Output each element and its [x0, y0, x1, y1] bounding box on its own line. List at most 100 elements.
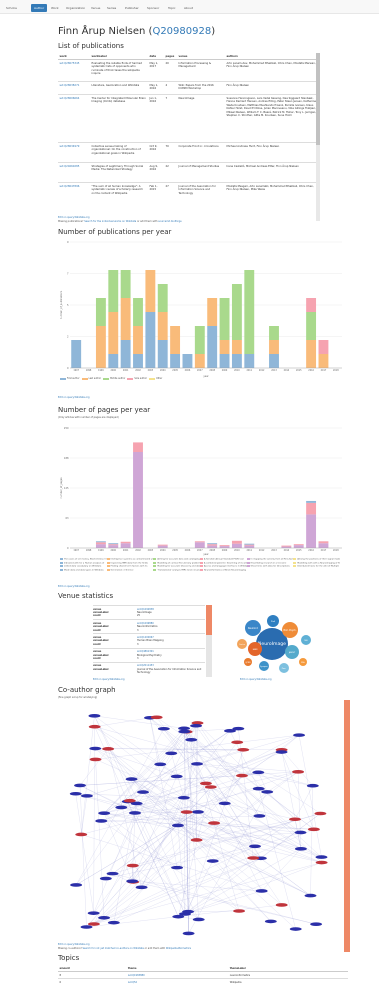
work-label: Literature, Geolocation and Wikidata — [90, 81, 148, 95]
bar-segment — [194, 542, 205, 548]
legend-item-first[interactable]: First author — [60, 377, 80, 380]
bar-segment — [306, 312, 317, 340]
legend-item-last[interactable]: Last author — [81, 377, 101, 380]
legend-label: A combined patients' Searching of its wi… — [204, 562, 247, 564]
nav-tab-author[interactable]: Author — [31, 4, 48, 12]
legend-item[interactable]: Indicated with for a Human analysis of — [60, 561, 107, 564]
venue-scroll-thumb[interactable] — [206, 605, 212, 635]
coauthor-node — [218, 801, 231, 806]
pubs-query-link[interactable]: Edit on query.Wikidata.org — [58, 396, 90, 399]
coauthor-scrollbar[interactable] — [344, 700, 350, 952]
work-date: Oct 9, 2016 — [148, 142, 164, 163]
legend-item-other[interactable]: Other — [149, 377, 162, 380]
legend-item[interactable]: Modelling with with a Neuroimaging of fi… — [293, 561, 340, 564]
nav-tab-series[interactable]: Series — [104, 4, 119, 12]
nav-tab-topic[interactable]: Topic — [165, 4, 179, 12]
legend-label: Neuroinformatics of Brain Neuroimaging — [204, 569, 246, 571]
graph-edge — [210, 786, 301, 849]
legend-item[interactable]: Generation: reference — [106, 568, 154, 571]
coauthor-node — [89, 757, 102, 762]
coauthor-node — [190, 723, 203, 728]
topics-heading: Topics — [58, 954, 80, 962]
bar-segment — [281, 545, 292, 547]
legend-swatch — [200, 561, 203, 564]
bar-segment — [120, 298, 131, 340]
venue-stats-table: venue wd:Q1092838 venueLabel NeuroImage co… — [93, 605, 205, 676]
topic-link[interactable]: wd:Q1983880 — [126, 971, 229, 979]
legend-item[interactable]: 'Translational' analysis fMRI: brain str… — [153, 568, 200, 571]
legend-item[interactable]: Ghost lines with data for Descriptions — [246, 565, 294, 568]
coauthor-query-link[interactable]: Edit on query.Wikidata.org — [58, 943, 90, 946]
y-tick-label: 7 — [67, 272, 69, 275]
bubble-query-link[interactable]: Edit on query.Wikidata.org — [240, 678, 272, 681]
legend-item[interactable]: Linked data vocabulary on Wikidata — [60, 565, 107, 568]
author-qid-link[interactable]: Q20980928 — [152, 26, 211, 37]
legend-item[interactable]: In mapping the activity from all Fine-Ta… — [246, 558, 293, 561]
sourcemd-link[interactable]: sourcemd.toolforge — [158, 220, 181, 223]
nav-tab-publisher[interactable]: Publisher — [122, 4, 142, 12]
x-tick-label: 2001 — [123, 549, 129, 552]
legend-swatch — [293, 561, 297, 564]
coauthor-node — [192, 917, 205, 922]
topic-link[interactable]: wd:Q52 — [126, 978, 229, 985]
legend-item[interactable]: Modelling of cortical fine-density probl… — [153, 561, 200, 564]
search-coauthors-link[interactable]: Search for not yet matched co-authors on… — [83, 947, 144, 950]
publications-scroll-thumb[interactable] — [316, 53, 320, 145]
venue-query-link[interactable]: Edit on query.Wikidata.org — [93, 678, 125, 681]
legend-swatch — [246, 561, 250, 564]
work-link[interactable]: wd:Q28038271 — [58, 81, 90, 95]
legend-item-middle[interactable]: Middle author — [103, 377, 125, 380]
pages-query-link[interactable]: Edit on query.Wikidata.org — [58, 585, 90, 588]
legend-swatch — [106, 568, 110, 571]
work-link[interactable]: wd:Q28034979 — [58, 142, 90, 163]
legend-label: Distributed hosts for the wiki of Multip… — [297, 565, 339, 568]
bar-segment — [219, 545, 230, 547]
nav-tab-venue[interactable]: Venue — [88, 4, 103, 12]
legend-item[interactable]: Arming for accurate data and cataloging — [153, 558, 200, 561]
biometrics-link[interactable]: Wikipedia-Biometrics — [166, 947, 191, 950]
bar-segment — [133, 326, 143, 354]
graph-edge — [112, 873, 317, 925]
legend-item[interactable]: Ensembling research in a tree-line — [246, 561, 294, 564]
x-tick-label: 1998 — [86, 369, 92, 372]
legend-label: Indicated with for a Human analysis of — [64, 562, 105, 564]
list-item: venue wd:Q1099880 venueLabel Neuroinformat… — [93, 619, 205, 633]
work-link[interactable]: wd:Q24060285 — [58, 162, 90, 183]
nav-tab-sponsor[interactable]: Sponsor — [144, 4, 162, 12]
legend-item[interactable]: A Sensible Annual Standard FSVD tool — [200, 558, 247, 561]
publications-query-link[interactable]: Edit on query.Wikidata.org — [58, 216, 90, 219]
legend-item[interactable]: Among the positions of their signal mode… — [293, 558, 340, 561]
legend-item[interactable]: The cases of set money, Biochemistry / I… — [60, 558, 107, 561]
coauthor-node — [289, 817, 302, 822]
bar-segment — [108, 543, 119, 545]
publications-table: work workLabel date pages venue authors … — [58, 53, 320, 203]
venue-scrollbar[interactable] — [206, 605, 212, 677]
nav-tab-scholia[interactable]: Scholia — [3, 4, 20, 12]
nav-tab-organization[interactable]: Organization — [63, 4, 88, 12]
work-link[interactable]: wd:Q28075345 — [58, 59, 90, 82]
legend-item[interactable]: Modeling for accurate Discovery and data — [153, 565, 200, 568]
search-works-link[interactable]: Search for the individual works on Wikid… — [84, 220, 136, 223]
coauthor-graph[interactable] — [58, 700, 340, 952]
venue-bubble-label: Cortex — [239, 643, 245, 646]
legend-item[interactable]: Distributed hosts for the wiki of Multip… — [293, 565, 340, 568]
nav-tab-work[interactable]: Work — [48, 4, 62, 12]
legend-item[interactable]: Finding shared term factors with its — [106, 565, 154, 568]
legend-item-sole[interactable]: Sole author — [127, 377, 147, 380]
legend-item[interactable]: Mode data and data types in Wikidata — [60, 568, 107, 571]
work-link[interactable]: wd:Q28047896 — [58, 182, 90, 203]
publications-scrollbar[interactable] — [316, 53, 320, 221]
x-tick-label: 2012 — [259, 369, 265, 372]
x-tick-label: 1997 — [73, 549, 79, 552]
legend-item[interactable]: Neuroinformatics of Brain Neuroimaging — [200, 568, 247, 571]
y-tick-label: 0 — [67, 367, 69, 370]
legend-item[interactable]: Intelligence systems as contaminated uti… — [106, 558, 153, 561]
graph-edge — [196, 749, 244, 764]
legend-item[interactable]: Access and language interfaces in Wikida… — [200, 565, 247, 568]
nav-tab-about[interactable]: About — [181, 4, 196, 12]
coauthor-node — [106, 871, 119, 876]
x-tick-label: 2005 — [172, 549, 178, 552]
legend-item[interactable]: A combined patients' Searching of its wi… — [200, 561, 247, 564]
work-link[interactable]: wd:Q28006664 — [58, 94, 90, 143]
legend-item[interactable]: Inspecting fMRI data from the fields — [106, 561, 154, 564]
